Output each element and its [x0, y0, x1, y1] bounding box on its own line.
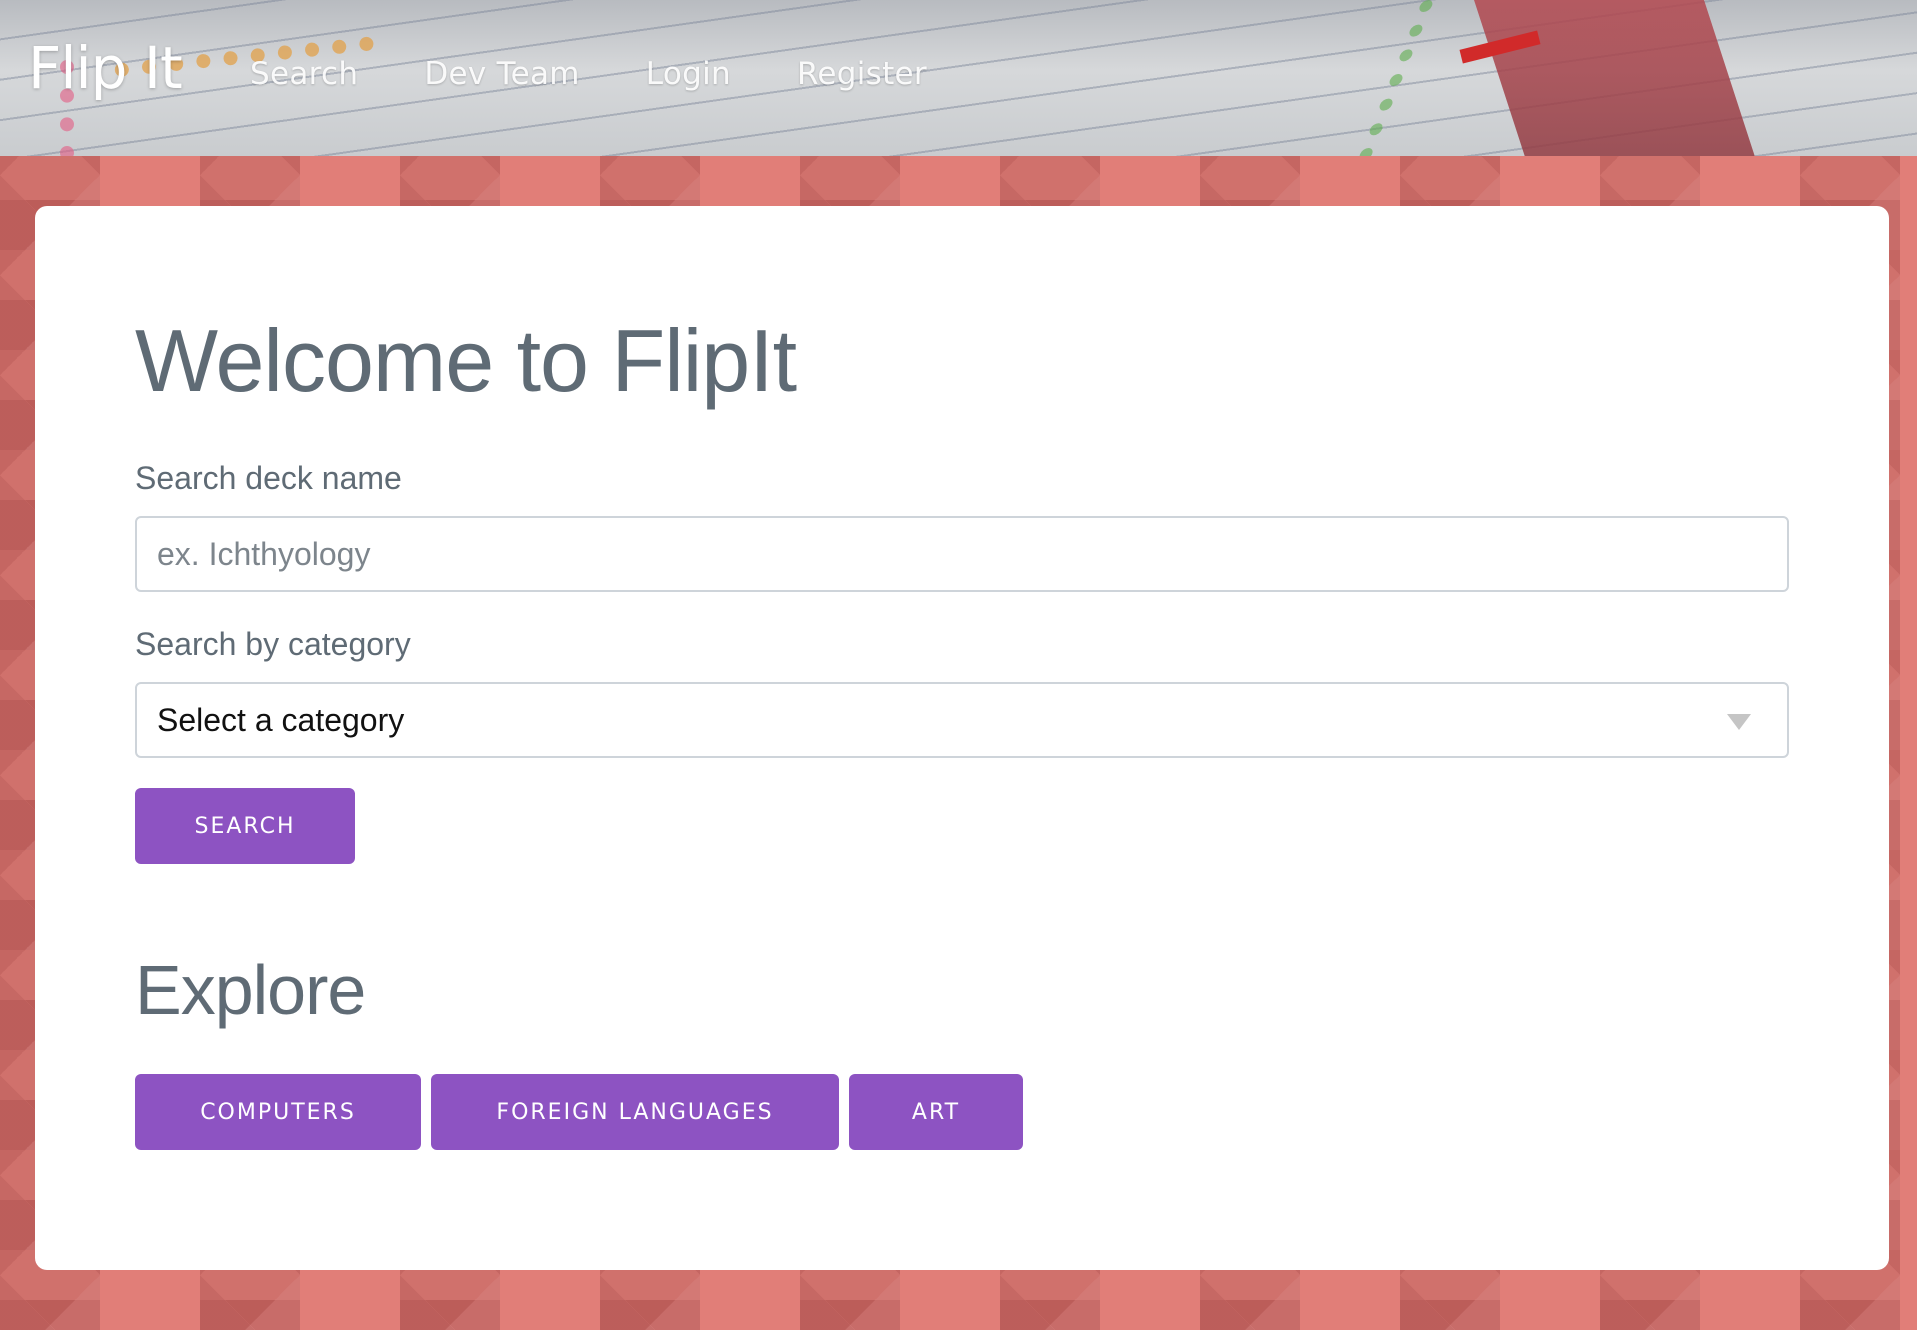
category-select-value: Select a category [157, 702, 405, 738]
category-label: Search by category [135, 626, 411, 662]
explore-heading: Explore [135, 951, 366, 1029]
brand-logo-link[interactable]: Flip It [28, 34, 183, 102]
explore-computers-button[interactable]: COMPUTERS [135, 1074, 421, 1150]
category-select[interactable]: Select a category [135, 682, 1789, 758]
nav-link-register[interactable]: Register [797, 56, 927, 92]
nav-link-login[interactable]: Login [646, 56, 731, 92]
main-card: Welcome to FlipIt Search deck name Searc… [35, 206, 1889, 1270]
deck-name-search-input[interactable] [135, 516, 1789, 592]
explore-foreign-languages-button[interactable]: FOREIGN LANGUAGES [431, 1074, 839, 1150]
caret-down-icon [1727, 714, 1751, 730]
explore-art-button[interactable]: ART [849, 1074, 1023, 1150]
header-background-decoration [1357, 0, 1463, 156]
header-background-decoration [1467, 0, 1763, 156]
nav-link-search[interactable]: Search [250, 56, 358, 92]
page-title: Welcome to FlipIt [135, 311, 797, 410]
nav-link-dev-team[interactable]: Dev Team [424, 56, 579, 92]
search-button[interactable]: SEARCH [135, 788, 355, 864]
site-header: Flip It Search Dev Team Login Register [0, 0, 1917, 156]
main-nav: Search Dev Team Login Register [250, 56, 993, 92]
deck-name-label: Search deck name [135, 460, 402, 496]
